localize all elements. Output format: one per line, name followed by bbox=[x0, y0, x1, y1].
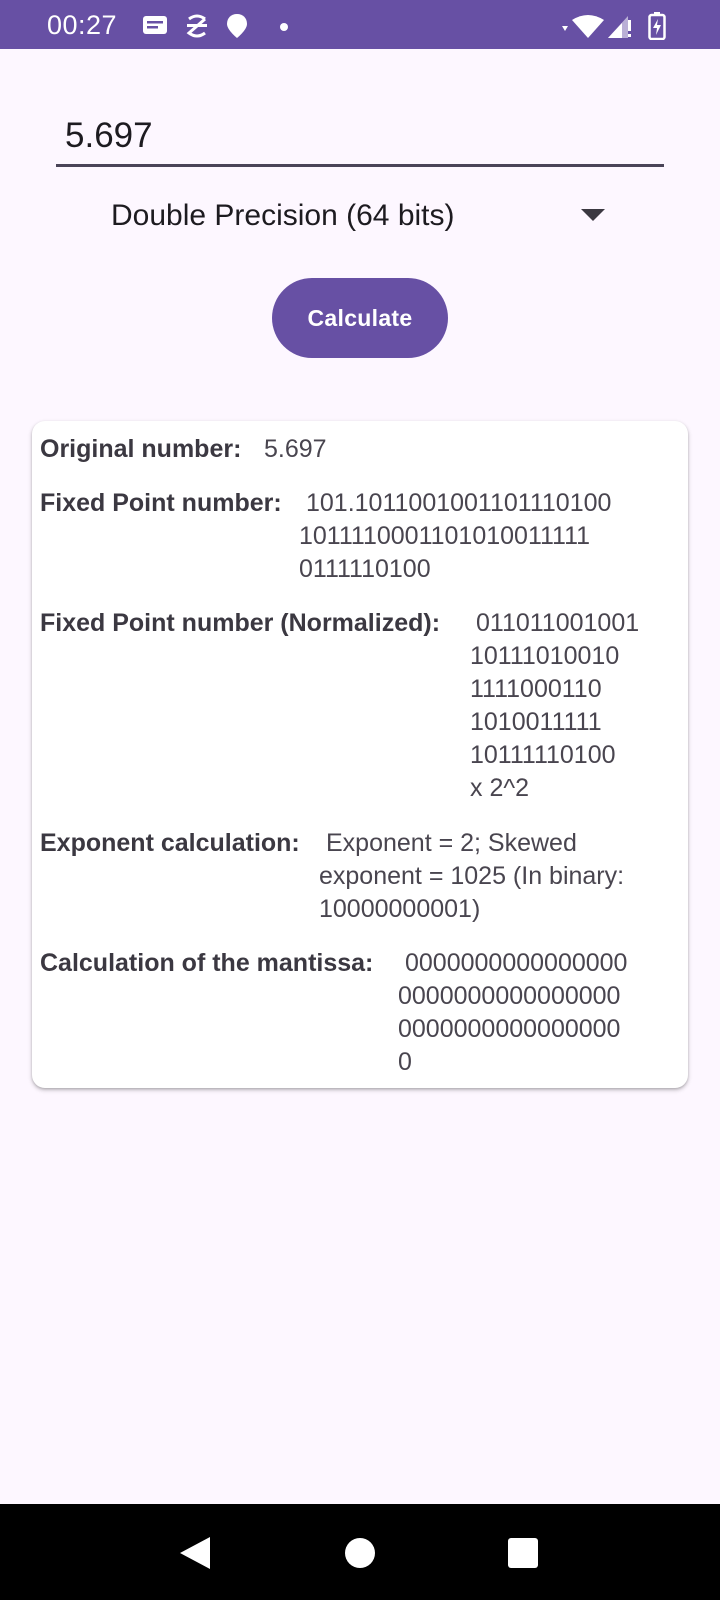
navigation-bar bbox=[0, 1504, 720, 1600]
mantissa-label: Calculation of the mantissa: bbox=[40, 949, 374, 977]
normalized-line-4: 1010011111 bbox=[470, 708, 602, 736]
home-icon[interactable] bbox=[344, 1537, 376, 1569]
battery-icon bbox=[648, 12, 666, 40]
original-number-label: Original number: bbox=[40, 435, 242, 463]
fixed-point-line-2: 1011110001101010011111 bbox=[299, 522, 591, 550]
normalized-line-2: 10111010010 bbox=[470, 642, 620, 670]
back-icon[interactable] bbox=[178, 1536, 212, 1570]
dropdown-arrow-icon bbox=[581, 209, 605, 221]
status-time: 00:27 bbox=[47, 10, 118, 40]
fixed-point-label: Fixed Point number: bbox=[40, 489, 282, 517]
exponent-line-3: 10000000001) bbox=[319, 895, 481, 923]
mantissa-line-1: 0000000000000000 bbox=[405, 949, 628, 977]
wifi-icon bbox=[562, 15, 604, 38]
dot-icon bbox=[280, 23, 288, 31]
normalized-line-6: x 2^2 bbox=[470, 774, 529, 802]
normalized-line-5: 10111110100 bbox=[470, 741, 616, 769]
normalized-label: Fixed Point number (Normalized): bbox=[40, 609, 441, 637]
fixed-point-line-1: 101.1011001001101110100 bbox=[306, 489, 612, 517]
original-number-value: 5.697 bbox=[264, 435, 327, 463]
number-input[interactable] bbox=[56, 112, 665, 160]
mantissa-line-2: 0000000000000000 bbox=[398, 982, 621, 1010]
results-card: Original number: 5.697 Fixed Point numbe… bbox=[32, 421, 688, 1088]
number-input-field[interactable] bbox=[56, 112, 665, 167]
s-icon bbox=[186, 14, 207, 38]
status-bar: 00:27 bbox=[0, 0, 720, 49]
normalized-line-3: 1111000110 bbox=[470, 675, 602, 703]
exponent-line-1: Exponent = 2; Skewed bbox=[326, 829, 577, 857]
message-icon bbox=[143, 16, 167, 34]
mantissa-line-3: 0000000000000000 bbox=[398, 1015, 621, 1043]
calculate-button[interactable]: Calculate bbox=[272, 278, 448, 358]
precision-dropdown[interactable]: Double Precision (64 bits) bbox=[96, 192, 616, 242]
location-icon bbox=[227, 14, 247, 38]
fixed-point-line-3: 0111110100 bbox=[299, 555, 431, 583]
signal-icon bbox=[608, 16, 631, 38]
exponent-line-2: exponent = 1025 (In binary: bbox=[319, 862, 625, 890]
recents-icon[interactable] bbox=[507, 1537, 539, 1569]
precision-selected-label: Double Precision (64 bits) bbox=[111, 199, 455, 232]
exponent-label: Exponent calculation: bbox=[40, 829, 300, 857]
normalized-line-1: 011011001001 bbox=[476, 609, 640, 637]
mantissa-line-4: 0 bbox=[398, 1048, 412, 1076]
